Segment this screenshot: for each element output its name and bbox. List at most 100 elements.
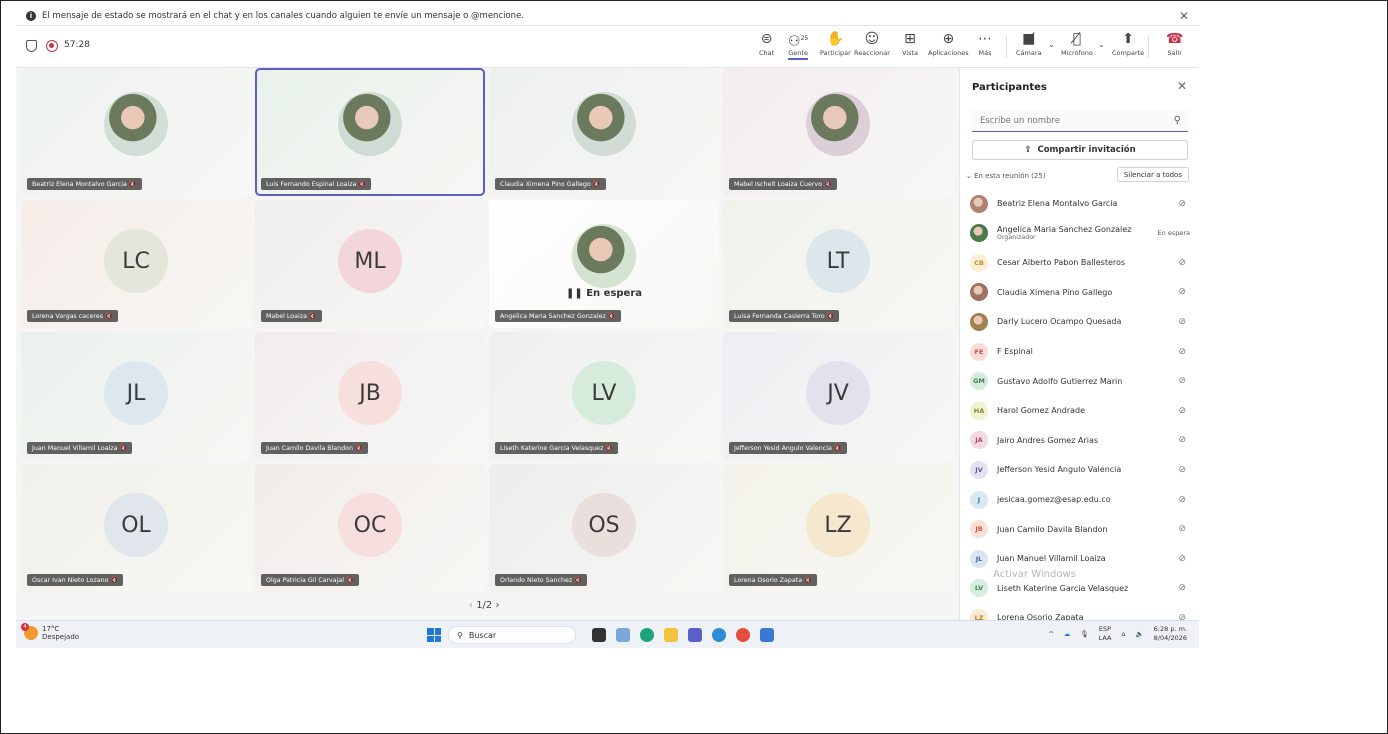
participant-initials-avatar: ML (338, 229, 402, 294)
video-tile[interactable]: OL Oscar Ivan Nieto Lozano 🔇 (21, 464, 251, 592)
react-button[interactable]: ☺ Reaccionar (854, 31, 890, 57)
pager[interactable]: ‹ 1/2 › (469, 600, 499, 611)
participant-name: Angelica Maria Sanchez Gonzalez Organizad… (997, 225, 1132, 242)
edge-icon[interactable] (640, 628, 654, 642)
mic-button[interactable]: 🎙̸ Micrófono (1061, 31, 1093, 57)
teams-icon[interactable] (688, 628, 702, 642)
participant-name-label: Lorena Osorio Zapata 🔇 (729, 574, 817, 586)
file-explorer-icon[interactable] (664, 628, 678, 642)
people-button[interactable]: ⚇25 Gente (788, 31, 809, 60)
share-invite-button[interactable]: ⇪ Compartir invitación (972, 140, 1188, 160)
copilot-icon[interactable] (712, 628, 726, 642)
smile-icon: ☺ (864, 31, 880, 47)
participant-row[interactable]: CB Cesar Alberto Pabon Ballesteros ⊘ (970, 248, 1192, 277)
participant-initials-avatar: LC (104, 229, 168, 294)
language-indicator[interactable]: ESP LAA (1099, 625, 1112, 643)
recording-icon (46, 40, 58, 52)
share-link-icon: ⇪ (1024, 145, 1032, 155)
taskbar-search[interactable]: ⚲ Buscar (448, 626, 576, 644)
volume-icon[interactable]: 🔈 (1136, 630, 1144, 638)
participant-row[interactable]: JB Juan Camilo Davila Blandon ⊘ (970, 515, 1192, 544)
shield-icon[interactable] (26, 40, 37, 52)
participant-name-label: Juan Camilo Davila Blandon 🔇 (261, 442, 368, 454)
participant-search-input[interactable] (972, 110, 1188, 132)
video-tile[interactable]: Claudia Ximena Pino Gallego 🔇 (489, 68, 719, 196)
participant-name-label: Mabel Loaiza 🔇 (261, 310, 322, 322)
mic-muted-icon: ⊘ (1178, 287, 1186, 298)
in-meeting-section-header[interactable]: ⌄ En esta reunión (25) (966, 172, 1046, 180)
participant-name-label: Lorena Vargas caceres 🔇 (27, 310, 118, 322)
toolbar-divider (1006, 36, 1007, 58)
mic-muted-icon: ⊘ (1178, 198, 1186, 209)
page-indicator: 1/2 (476, 600, 493, 611)
close-icon[interactable]: ✕ (1179, 9, 1189, 23)
participant-row[interactable]: Jjesicaa.gomez@esap.edu.co ⊘ (970, 485, 1192, 514)
mic-muted-icon[interactable]: 🎙 (1080, 630, 1088, 638)
view-button[interactable]: ⊞ Vista (902, 31, 918, 57)
video-tile[interactable]: ❚❚ En espera Angelica Maria Sanchez Gonza… (489, 200, 719, 328)
video-tile[interactable]: ML Mabel Loaiza 🔇 (255, 200, 485, 328)
share-icon: ⬆ (1122, 31, 1134, 47)
video-tile[interactable]: LC Lorena Vargas caceres 🔇 (21, 200, 251, 328)
participant-row[interactable]: Darly Lucero Ocampo Quesada ⊘ (970, 307, 1192, 336)
close-icon[interactable]: ✕ (1177, 79, 1187, 93)
participant-name: Harol Gomez Andrade (997, 406, 1086, 416)
leave-button[interactable]: ☎ Salir (1166, 31, 1183, 57)
store-icon[interactable] (760, 628, 774, 642)
video-tile[interactable]: JV Jefferson Yesid Angulo Valencia 🔇 (723, 332, 953, 460)
camera-options-chevron-icon[interactable]: ⌄ (1048, 40, 1055, 49)
participant-initials-avatar: OL (104, 493, 168, 558)
video-tile[interactable]: Beatriz Elena Montalvo Garcia 🔇 (21, 68, 251, 196)
video-tile[interactable]: LT Luisa Fernanda Casierra Toro 🔇 (723, 200, 953, 328)
video-tile[interactable]: JB Juan Camilo Davila Blandon 🔇 (255, 332, 485, 460)
raise-hand-button[interactable]: ✋ Participar (820, 31, 851, 57)
participant-initials-avatar: JL (970, 549, 988, 568)
participant-row[interactable]: JV Jefferson Yesid Angulo Valencia ⊘ (970, 455, 1192, 484)
add-app-icon: ⊕ (942, 31, 955, 47)
participant-initials-avatar: GM (970, 372, 988, 391)
chevron-up-icon[interactable]: ^ (1048, 630, 1053, 638)
participant-row[interactable]: Angelica Maria Sanchez Gonzalez Organizad… (970, 219, 1192, 248)
mic-options-chevron-icon[interactable]: ⌄ (1098, 40, 1105, 49)
participant-row[interactable]: Beatriz Elena Montalvo Garcia ⊘ (970, 189, 1192, 218)
participant-photo (572, 224, 636, 289)
video-tile[interactable]: OC Olga Patricia Gil Carvajal 🔇 (255, 464, 485, 592)
status-banner: i El mensaje de estado se mostrará en el… (16, 6, 1199, 26)
onedrive-icon[interactable]: ☁ (1064, 630, 1071, 638)
participants-panel: Participantes ✕ ⚲ ⇪ Compartir invitación… (959, 68, 1199, 627)
clock[interactable]: 6:28 p. m. 8/04/2026 (1154, 625, 1187, 643)
windows-start-icon[interactable] (427, 628, 441, 642)
more-icon: ⋯ (978, 31, 992, 47)
participant-photo (970, 224, 988, 243)
more-button[interactable]: ⋯ Más (978, 31, 992, 57)
participant-photo (338, 92, 402, 157)
chat-button[interactable]: ⊜ Chat (759, 31, 774, 57)
video-tile[interactable]: LV Liseth Katerine Garcia Velasquez 🔇 (489, 332, 719, 460)
video-tile[interactable]: LZ Lorena Osorio Zapata 🔇 (723, 464, 953, 592)
video-tile[interactable]: JL Juan Manuel Villamil Loaiza 🔇 (21, 332, 251, 460)
participant-name-label: Oscar Ivan Nieto Lozano 🔇 (27, 574, 124, 586)
task-view-icon[interactable] (592, 628, 606, 642)
camera-button[interactable]: ■̸ Cámara (1016, 31, 1042, 57)
network-icon[interactable]: ⌂ (1121, 630, 1125, 638)
participant-name-label: Luisa Fernanda Casierra Toro 🔇 (729, 310, 840, 322)
search-icon[interactable]: ⚲ (1174, 115, 1181, 126)
participant-row[interactable]: HA Harol Gomez Andrade ⊘ (970, 396, 1192, 425)
apps-button[interactable]: ⊕ Aplicaciones (928, 31, 969, 57)
photos-app-icon[interactable] (616, 628, 630, 642)
participant-row[interactable]: GM Gustavo Adolfo Gutierrez Marin ⊘ (970, 367, 1192, 396)
participant-name: Jefferson Yesid Angulo Valencia (997, 465, 1122, 475)
video-tile[interactable]: Mabel Ischelt Loaiza Cuervo 🔇 (723, 68, 953, 196)
video-tile[interactable]: OS Orlando Nieto Sanchez 🔇 (489, 464, 719, 592)
participant-row[interactable]: FE F Espinal ⊘ (970, 337, 1192, 366)
chrome-icon[interactable] (736, 628, 750, 642)
next-page-icon[interactable]: › (495, 600, 499, 611)
participant-row[interactable]: JA Jairo Andres Gomez Arias ⊘ (970, 426, 1192, 455)
share-button[interactable]: ⬆ Comparte (1112, 31, 1144, 57)
participant-photo (970, 283, 988, 302)
mute-all-button[interactable]: Silenciar a todos (1116, 167, 1189, 182)
participant-row[interactable]: Claudia Ximena Pino Gallego ⊘ (970, 278, 1192, 307)
weather-widget[interactable]: 4 17°C Despejado (21, 623, 79, 641)
prev-page-icon[interactable]: ‹ (469, 600, 473, 611)
video-tile[interactable]: Luis Fernando Espinal Loaiza 🔇 (255, 68, 485, 196)
